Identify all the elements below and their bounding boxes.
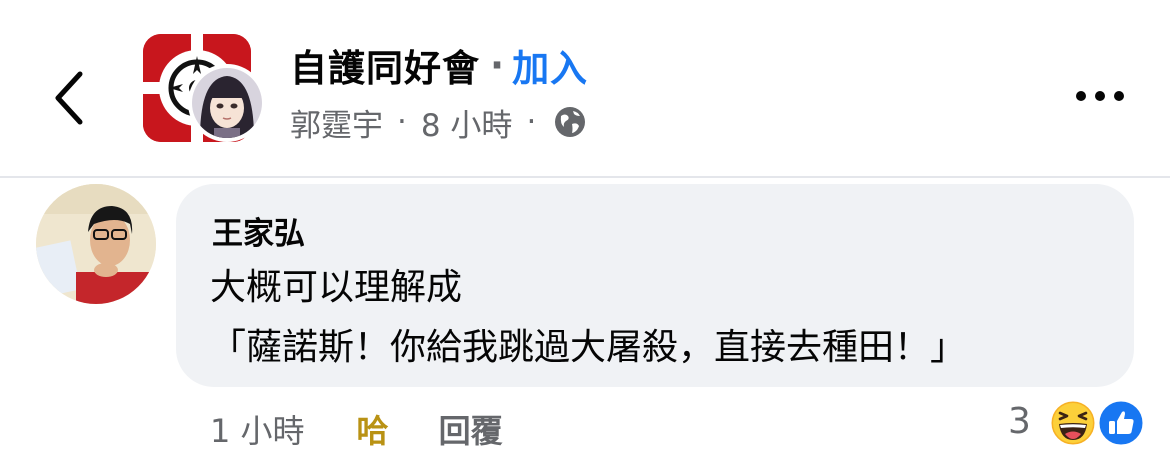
anime-girl-avatar-icon <box>192 68 262 138</box>
poster-name[interactable]: 郭霆宇 <box>290 100 383 145</box>
more-dots-icon <box>1076 91 1086 101</box>
more-options-button[interactable] <box>1062 76 1138 116</box>
comment-text-line: 「薩諾斯！你給我跳過大屠殺，直接去種田！」 <box>210 327 967 368</box>
comment-time[interactable]: 1 小時 <box>210 406 305 452</box>
back-button[interactable] <box>40 58 100 138</box>
haha-reaction-button[interactable]: 哈 <box>357 406 389 452</box>
join-group-button[interactable]: 加入 <box>512 38 588 92</box>
reply-button[interactable]: 回覆 <box>439 406 503 452</box>
more-dots-icon <box>1114 91 1124 101</box>
poster-avatar[interactable] <box>188 64 266 142</box>
like-icon <box>1096 398 1146 448</box>
reaction-count[interactable]: 3 <box>1008 401 1031 442</box>
group-name[interactable]: 自護同好會 <box>290 38 480 92</box>
meta-separator: · <box>397 104 407 140</box>
title-separator: · <box>490 43 505 87</box>
chevron-left-icon <box>55 71 83 125</box>
post-title-row: 自護同好會 · 加入 <box>290 38 588 92</box>
comment-thread-page: 自護同好會 · 加入 郭霆宇 · 8 小時 · 王家弘 大概可以理解成 「薩諾斯… <box>0 0 1170 476</box>
meta-separator: · <box>526 104 537 140</box>
post-meta-row: 郭霆宇 · 8 小時 · <box>290 100 588 144</box>
commenter-name[interactable]: 王家弘 <box>212 208 305 253</box>
more-dots-icon <box>1095 91 1105 101</box>
person-photo-avatar-icon <box>36 184 156 304</box>
comment-text-line: 大概可以理解成 <box>210 267 463 308</box>
header-divider <box>0 176 1170 178</box>
comment-actions: 1 小時 哈 回覆 <box>210 404 503 454</box>
reaction-summary[interactable] <box>1048 398 1148 448</box>
globe-icon <box>555 107 586 137</box>
post-time[interactable]: 8 小時 <box>421 100 513 145</box>
haha-icon <box>1048 398 1098 448</box>
commenter-avatar[interactable] <box>36 184 156 304</box>
